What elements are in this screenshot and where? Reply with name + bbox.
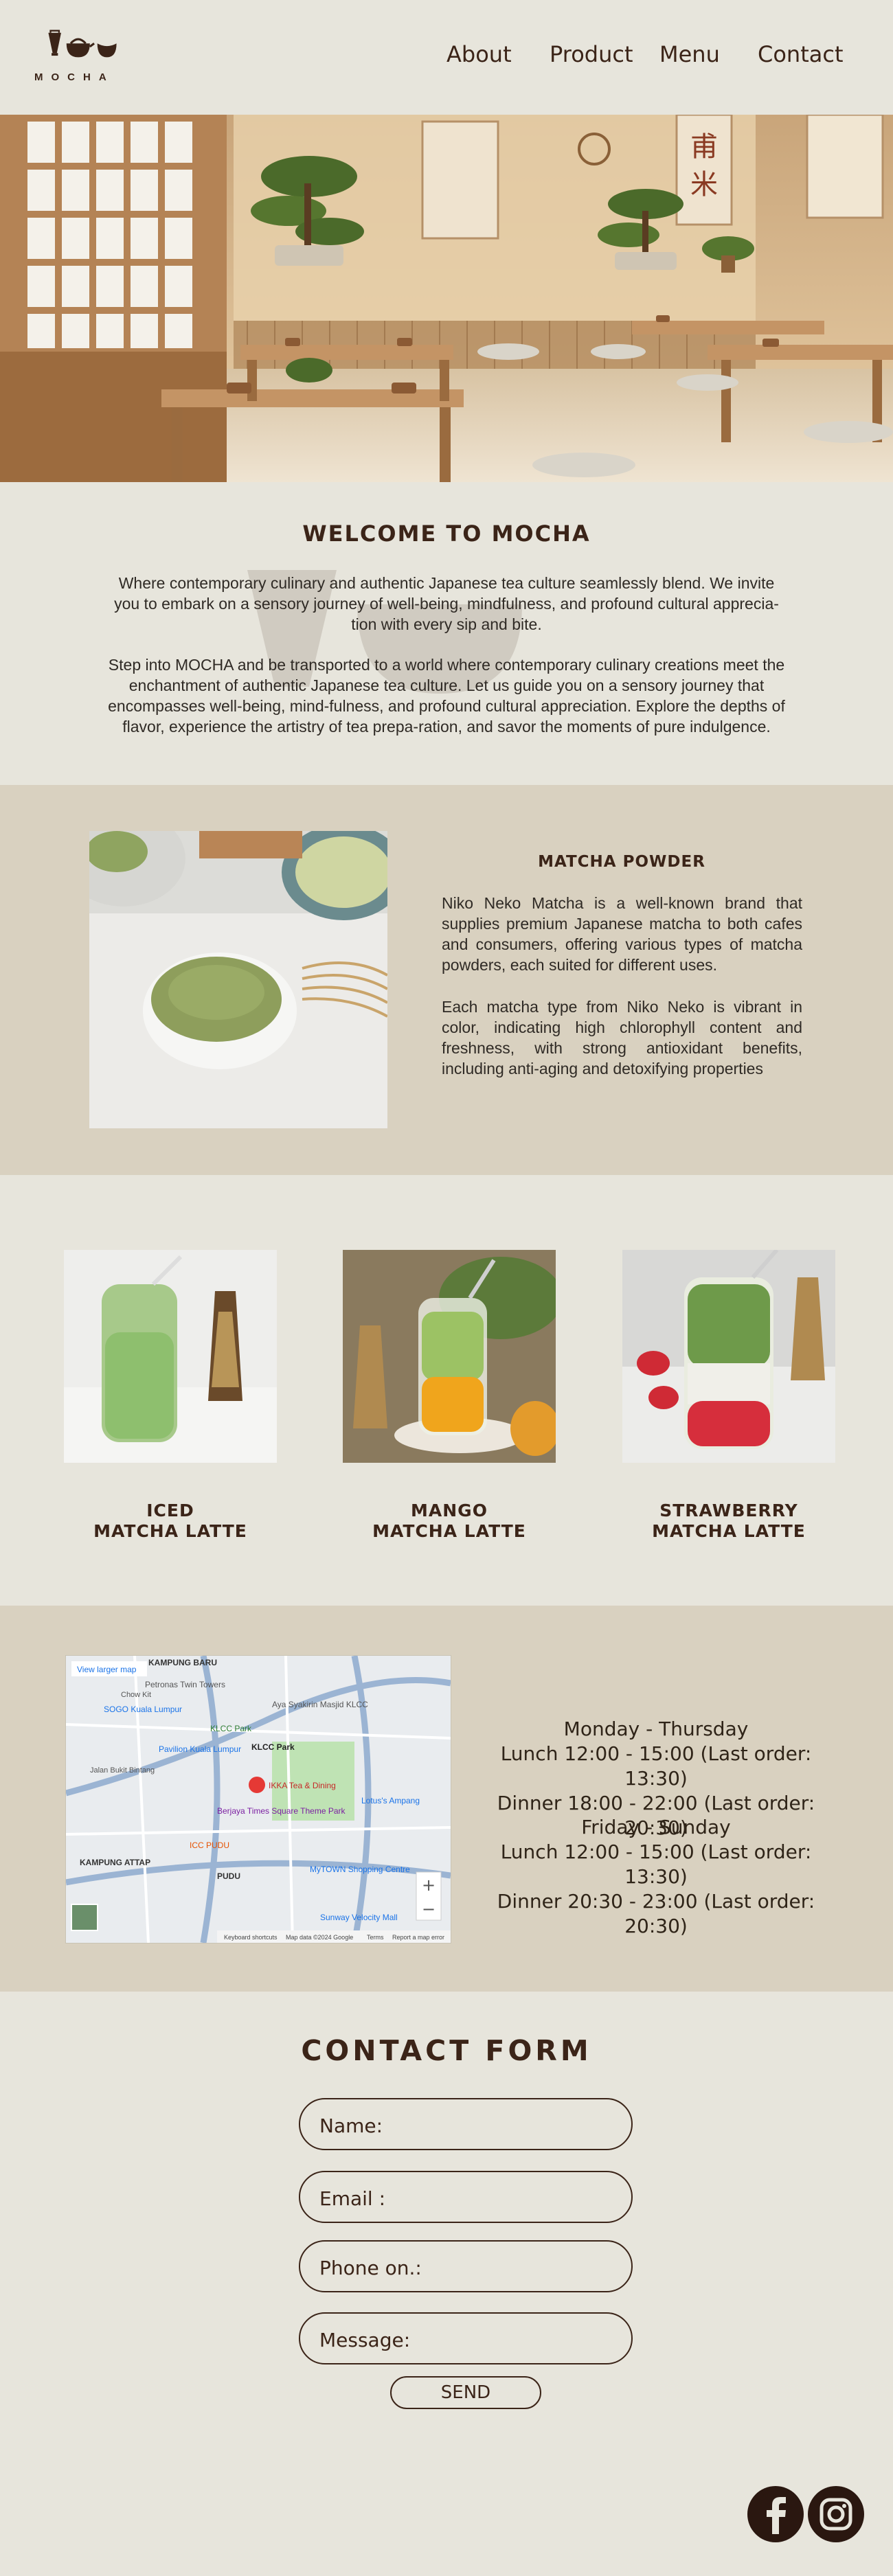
drink-label-iced: ICED MATCHA LATTE (57, 1501, 284, 1542)
hours-dinner: Dinner 20:30 - 23:00 (Last order: 20:30) (497, 1890, 815, 1937)
svg-text:Terms: Terms (367, 1934, 384, 1941)
welcome-body-line: Step into MOCHA and be transported to a … (108, 656, 785, 674)
mango-matcha-latte-photo[interactable] (343, 1250, 556, 1463)
drink-label-mango: MANGO MATCHA LATTE (336, 1501, 563, 1542)
email-field[interactable]: Email : (299, 2171, 633, 2223)
welcome-body-line: enchantment of authentic Japanese tea cu… (128, 676, 765, 694)
logo-text: MOCHA (34, 71, 115, 83)
message-field[interactable]: Message: (299, 2312, 633, 2364)
welcome-intro-line: tion with every sip and bite. (351, 615, 542, 633)
strawberry-matcha-latte-photo[interactable] (622, 1250, 835, 1463)
svg-text:米: 米 (690, 169, 718, 201)
svg-text:Petronas Twin Towers: Petronas Twin Towers (145, 1680, 225, 1689)
zoom-out-button[interactable]: − (422, 1900, 436, 1919)
phone-field[interactable]: Phone on.: (299, 2240, 633, 2292)
nav-contact[interactable]: Contact (758, 41, 844, 67)
weekend-hours: Friday - Sunday Lunch 12:00 - 15:00 (Las… (481, 1815, 831, 1939)
svg-text:KAMPUNG ATTAP: KAMPUNG ATTAP (80, 1858, 150, 1867)
drink-name-line: MATCHA LATTE (93, 1521, 247, 1541)
map-layer-thumbnail (71, 1904, 98, 1931)
matcha-title: MATCHA POWDER (538, 853, 705, 871)
welcome-intro-line: Where contemporary culinary and authenti… (118, 574, 775, 592)
hours-lunch: Lunch 12:00 - 15:00 (Last order: 13:30) (500, 1840, 812, 1888)
zoom-in-button[interactable]: + (422, 1876, 436, 1895)
svg-text:KLCC Park: KLCC Park (210, 1724, 252, 1733)
welcome-intro-line: you to embark on a sensory journey of we… (114, 595, 779, 613)
name-label: Name: (319, 2115, 383, 2137)
send-button[interactable]: SEND (390, 2376, 541, 2409)
matcha-benefits: Each matcha type from Niko Neko is vibra… (442, 998, 802, 1078)
svg-text:PUDU: PUDU (217, 1871, 240, 1881)
mocha-logo-icon[interactable] (34, 27, 131, 70)
hero-image: 甫 米 (0, 115, 893, 482)
svg-text:Berjaya Times Square Theme Par: Berjaya Times Square Theme Park (217, 1806, 346, 1816)
welcome-intro: Where contemporary culinary and authenti… (82, 573, 811, 635)
svg-text:KLCC Park: KLCC Park (251, 1742, 295, 1752)
map-link: View larger map (77, 1665, 137, 1674)
nav-product[interactable]: Product (550, 41, 633, 67)
map-pin-icon (249, 1777, 265, 1793)
name-field[interactable]: Name: (299, 2098, 633, 2150)
matcha-powder-photo (89, 831, 387, 1128)
instagram-icon[interactable] (808, 2486, 864, 2542)
site-header: MOCHA About Product Menu Contact (0, 0, 893, 115)
nav-about[interactable]: About (447, 41, 512, 67)
email-label: Email : (319, 2187, 386, 2210)
drink-label-strawberry: STRAWBERRY MATCHA LATTE (615, 1501, 842, 1542)
welcome-body-line: flavor, experience the artistry of tea p… (122, 718, 771, 736)
facebook-icon[interactable] (747, 2486, 804, 2542)
svg-text:Aya Syakirin Masjid KLCC: Aya Syakirin Masjid KLCC (272, 1700, 368, 1709)
svg-text:SOGO Kuala Lumpur: SOGO Kuala Lumpur (104, 1705, 182, 1714)
svg-text:ICC PUDU: ICC PUDU (190, 1840, 229, 1850)
svg-text:Map data ©2024 Google: Map data ©2024 Google (286, 1934, 353, 1941)
svg-text:Sunway Velocity Mall: Sunway Velocity Mall (320, 1913, 398, 1922)
svg-text:Chow Kit: Chow Kit (121, 1691, 151, 1699)
svg-text:Keyboard shortcuts: Keyboard shortcuts (224, 1934, 278, 1941)
svg-text:甫: 甫 (690, 131, 718, 163)
svg-text:Lotus's Ampang: Lotus's Ampang (361, 1796, 420, 1805)
cafe-interior-illustration: 甫 米 (0, 115, 893, 482)
welcome-body-line: encompasses well-being, mind-fulness, an… (108, 697, 785, 715)
drink-name-line: ICED (146, 1501, 194, 1520)
drink-name-line: MANGO (411, 1501, 488, 1520)
svg-text:KAMPUNG BARU: KAMPUNG BARU (148, 1658, 217, 1667)
svg-text:Report a map error: Report a map error (392, 1934, 444, 1941)
hours-lunch: Lunch 12:00 - 15:00 (Last order: 13:30) (500, 1742, 812, 1790)
svg-text:Pavilion Kuala Lumpur: Pavilion Kuala Lumpur (159, 1744, 241, 1754)
google-map[interactable]: View larger map KAMPUNG BARU Petronas Tw… (65, 1655, 451, 1944)
welcome-body: Step into MOCHA and be transported to a … (82, 654, 811, 737)
hours-days: Friday - Sunday (581, 1816, 731, 1838)
matcha-description: Niko Neko Matcha is a well-known brand t… (442, 894, 802, 974)
hours-days: Monday - Thursday (563, 1718, 749, 1740)
drink-name-line: MATCHA LATTE (652, 1521, 806, 1541)
contact-form-title: CONTACT FORM (301, 2034, 592, 2067)
drink-name-line: STRAWBERRY (659, 1501, 798, 1520)
phone-label: Phone on.: (319, 2257, 422, 2279)
drink-name-line: MATCHA LATTE (372, 1521, 526, 1541)
welcome-title: WELCOME TO MOCHA (302, 521, 591, 547)
svg-text:IKKA Tea & Dining: IKKA Tea & Dining (269, 1781, 336, 1790)
iced-matcha-latte-photo[interactable] (64, 1250, 277, 1463)
nav-menu[interactable]: Menu (659, 41, 720, 67)
svg-text:Jalan Bukit Bintang: Jalan Bukit Bintang (90, 1766, 155, 1775)
message-label: Message: (319, 2329, 411, 2351)
svg-text:MyTOWN Shopping Centre: MyTOWN Shopping Centre (310, 1865, 410, 1874)
